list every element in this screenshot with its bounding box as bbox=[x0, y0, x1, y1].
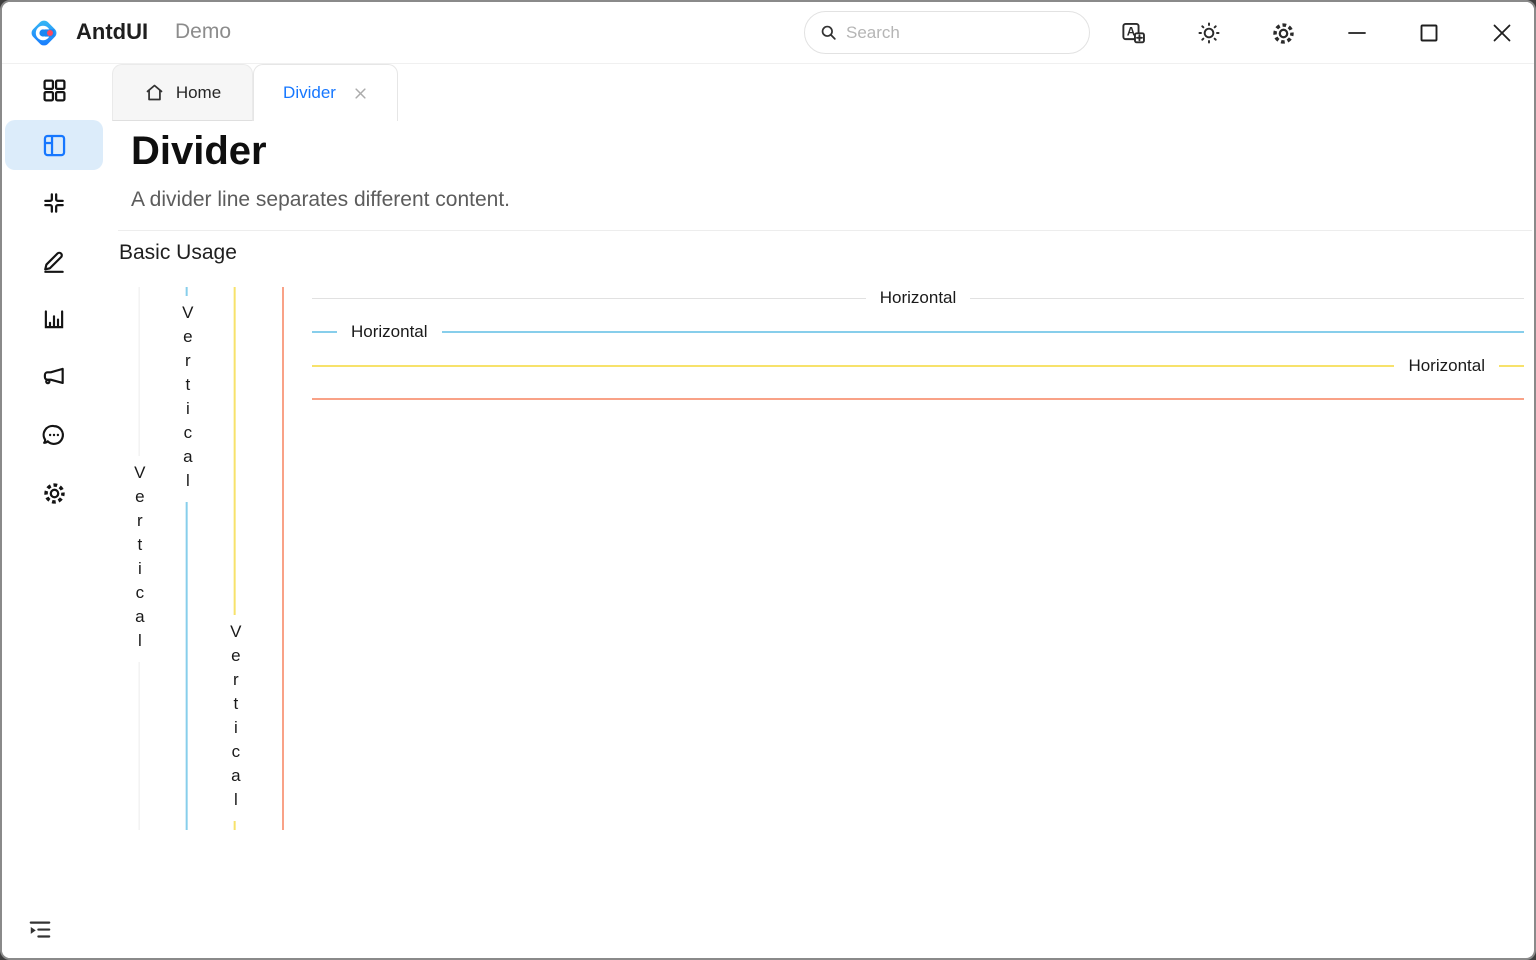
tab-bar: Home Divider bbox=[106, 64, 1534, 121]
divider-line bbox=[234, 287, 236, 615]
divider-line bbox=[312, 298, 866, 299]
horizontal-divider-gray: Horizontal bbox=[312, 288, 1524, 308]
sidebar-item-shrink[interactable] bbox=[5, 178, 103, 228]
divider-label: Vertical bbox=[226, 615, 245, 821]
divider-line bbox=[186, 502, 188, 830]
divider-line bbox=[312, 398, 1524, 400]
tab-divider-label: Divider bbox=[283, 83, 336, 103]
search-box[interactable] bbox=[804, 11, 1090, 54]
translate-icon[interactable]: A bbox=[1112, 13, 1154, 53]
divider-line bbox=[312, 331, 337, 333]
search-input[interactable] bbox=[846, 23, 1066, 43]
divider-label: Horizontal bbox=[866, 288, 971, 308]
message-icon bbox=[41, 422, 67, 448]
divider-line bbox=[186, 287, 188, 296]
megaphone-icon bbox=[41, 364, 67, 390]
sidebar-item-edit[interactable] bbox=[5, 236, 103, 286]
app-window: AntdUI Demo A bbox=[0, 0, 1536, 960]
shrink-icon bbox=[41, 190, 67, 216]
horizontal-divider-blue: Horizontal bbox=[312, 322, 1524, 342]
main-content: Divider A divider line separates differe… bbox=[106, 121, 1532, 956]
divider-label: Horizontal bbox=[1394, 356, 1499, 376]
section-title: Basic Usage bbox=[119, 241, 237, 265]
divider-line bbox=[1499, 365, 1524, 367]
divider-line bbox=[442, 331, 1524, 333]
sidebar-item-announce[interactable] bbox=[5, 352, 103, 402]
sidebar-item-settings[interactable] bbox=[5, 468, 103, 518]
divider-line bbox=[234, 821, 236, 830]
horizontal-divider-yellow: Horizontal bbox=[312, 356, 1524, 376]
antdui-logo-icon bbox=[28, 17, 60, 49]
sidebar-item-dashboard[interactable] bbox=[5, 65, 103, 115]
app-subtitle: Demo bbox=[175, 20, 231, 44]
sidebar-item-layout[interactable] bbox=[5, 120, 103, 170]
dashboard-icon bbox=[41, 77, 68, 104]
home-icon bbox=[144, 82, 165, 103]
close-tab-icon[interactable] bbox=[353, 86, 368, 101]
divider-line bbox=[970, 298, 1524, 299]
sidebar-item-message[interactable] bbox=[5, 410, 103, 460]
vertical-divider-blue: Vertical bbox=[178, 287, 197, 830]
edit-icon bbox=[41, 248, 67, 274]
sidebar bbox=[2, 64, 106, 958]
titlebar: AntdUI Demo A bbox=[2, 2, 1534, 64]
tab-divider[interactable]: Divider bbox=[253, 64, 398, 121]
theme-light-icon[interactable] bbox=[1188, 13, 1230, 53]
header-divider bbox=[118, 230, 1532, 231]
divider-line bbox=[138, 287, 140, 456]
close-icon[interactable] bbox=[1479, 13, 1525, 53]
minimize-icon[interactable] bbox=[1334, 13, 1380, 53]
tab-home[interactable]: Home bbox=[112, 64, 253, 121]
divider-label: Horizontal bbox=[337, 322, 442, 342]
horizontal-divider-salmon bbox=[312, 398, 1524, 400]
sidebar-collapse-toggle[interactable] bbox=[24, 914, 56, 946]
divider-label: Vertical bbox=[130, 456, 149, 662]
vertical-divider-yellow: Vertical bbox=[226, 287, 245, 830]
maximize-icon[interactable] bbox=[1406, 13, 1452, 53]
divider-line bbox=[312, 365, 1394, 367]
page-title: Divider bbox=[131, 129, 267, 174]
settings-icon bbox=[41, 480, 68, 507]
page-description: A divider line separates different conte… bbox=[131, 188, 510, 212]
settings-icon[interactable] bbox=[1262, 13, 1304, 53]
sidebar-item-chart[interactable] bbox=[5, 294, 103, 344]
divider-line bbox=[282, 287, 284, 830]
divider-label: Vertical bbox=[178, 296, 197, 502]
divider-line bbox=[138, 662, 140, 831]
search-icon bbox=[819, 23, 838, 42]
layout-icon bbox=[41, 132, 68, 159]
app-title: AntdUI bbox=[76, 19, 148, 45]
tab-home-label: Home bbox=[176, 83, 221, 103]
chart-icon bbox=[41, 306, 67, 332]
vertical-divider-gray: Vertical bbox=[130, 287, 149, 830]
vertical-divider-salmon bbox=[282, 287, 284, 830]
menu-unfold-icon bbox=[27, 917, 53, 943]
